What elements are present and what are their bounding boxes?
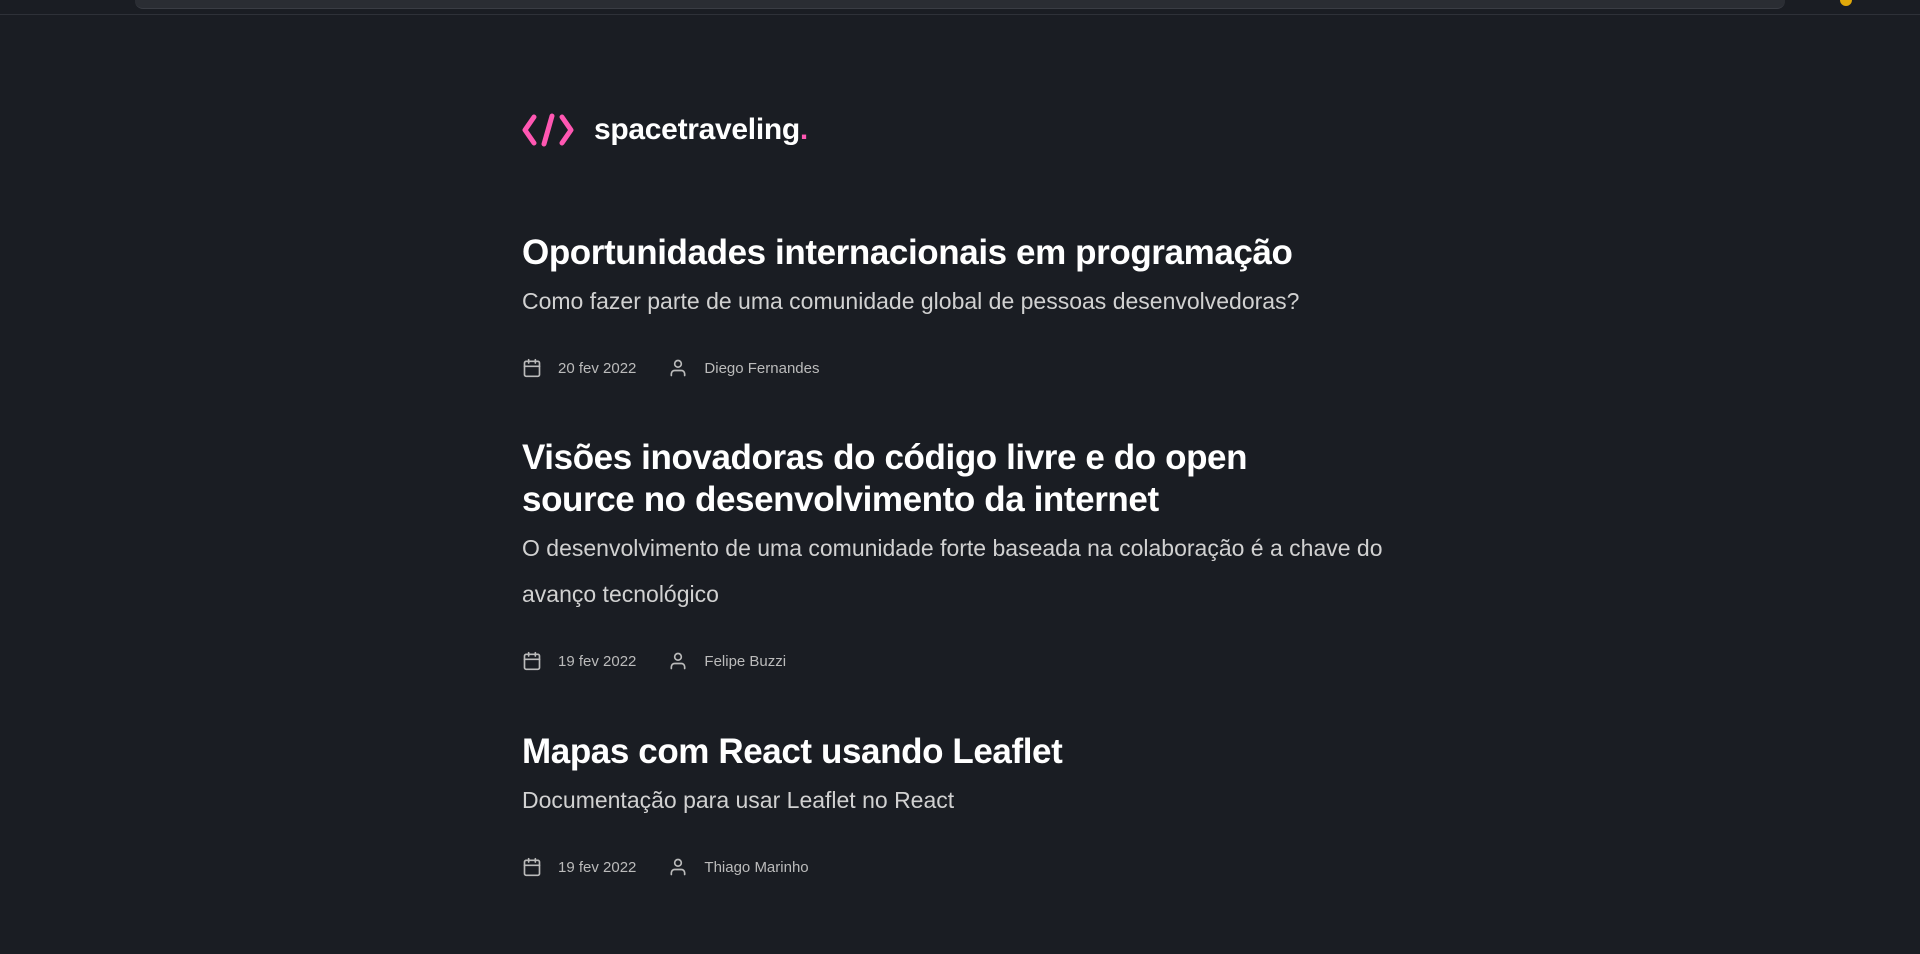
- post-info: 19 fev 2022 Felipe Buzzi: [522, 651, 1402, 671]
- post-author-text: Diego Fernandes: [704, 359, 820, 377]
- browser-address-bar[interactable]: [135, 0, 1785, 9]
- browser-extension-icon[interactable]: [1840, 0, 1852, 6]
- post-info: 19 fev 2022 Thiago Marinho: [522, 857, 1402, 877]
- post-author: Felipe Buzzi: [668, 651, 786, 671]
- post-author-text: Felipe Buzzi: [704, 652, 787, 670]
- post-date: 19 fev 2022: [522, 651, 636, 671]
- post-subtitle: O desenvolvimento de uma comunidade fort…: [522, 535, 1383, 607]
- post-author: Diego Fernandes: [668, 358, 819, 378]
- post-subtitle: Como fazer parte de uma comunidade globa…: [522, 288, 1300, 314]
- user-icon: [668, 358, 704, 378]
- post-author: Thiago Marinho: [668, 857, 809, 877]
- post-title[interactable]: Visões inovadoras do código livre e do o…: [522, 437, 1322, 521]
- post-author-text: Thiago Marinho: [704, 858, 809, 876]
- post-subtitle: Documentação para usar Leaflet no React: [522, 787, 955, 813]
- code-brackets-icon: [522, 112, 574, 148]
- calendar-icon: [522, 857, 558, 877]
- post-title[interactable]: Oportunidades internacionais em programa…: [522, 232, 1402, 274]
- post-date: 20 fev 2022: [522, 358, 636, 378]
- post-item[interactable]: Oportunidades internacionais em programa…: [522, 232, 1402, 378]
- logo-link[interactable]: spacetraveling.: [522, 110, 808, 150]
- logo-dot: .: [799, 113, 808, 146]
- logo-text: spacetraveling.: [594, 113, 808, 147]
- post-info: 20 fev 2022 Diego Fernandes: [522, 358, 1402, 378]
- user-icon: [668, 857, 704, 877]
- post-item[interactable]: Mapas com React usando Leaflet Documenta…: [522, 731, 1402, 877]
- post-date-text: 20 fev 2022: [558, 359, 637, 377]
- logo-name: spacetraveling: [594, 113, 800, 146]
- browser-top-strip: [0, 0, 1920, 15]
- post-title[interactable]: Mapas com React usando Leaflet: [522, 731, 1402, 773]
- calendar-icon: [522, 358, 558, 378]
- post-date-text: 19 fev 2022: [558, 858, 637, 876]
- post-item[interactable]: Visões inovadoras do código livre e do o…: [522, 437, 1402, 671]
- calendar-icon: [522, 651, 558, 671]
- post-date-text: 19 fev 2022: [558, 652, 637, 670]
- post-date: 19 fev 2022: [522, 857, 636, 877]
- user-icon: [668, 651, 704, 671]
